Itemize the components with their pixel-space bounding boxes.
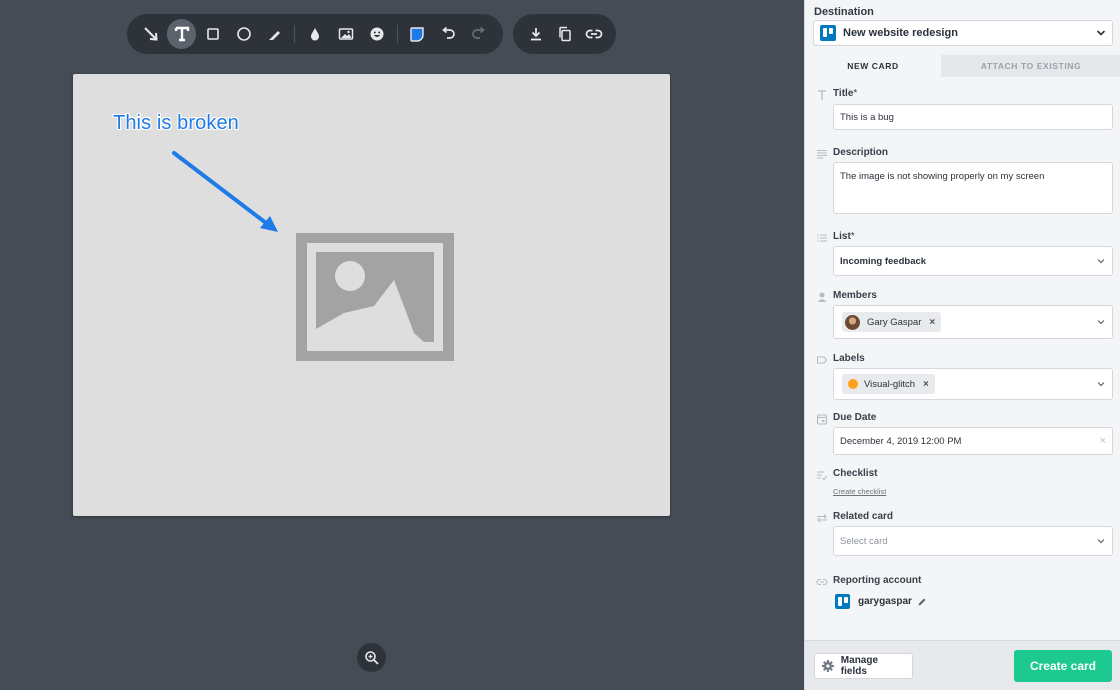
tag-icon <box>816 356 828 364</box>
annotation-text[interactable]: This is broken <box>113 112 239 135</box>
download-icon <box>530 28 541 41</box>
labels-label: Labels <box>833 353 865 364</box>
text-format-icon <box>818 90 826 100</box>
chevron-down-icon <box>1097 259 1105 264</box>
link-icon <box>816 578 828 586</box>
labels-select[interactable]: Visual-glitch × <box>833 368 1113 400</box>
arrow-tool-button[interactable] <box>136 19 165 49</box>
pen-tool-button[interactable] <box>260 19 289 49</box>
copy-icon <box>558 26 571 42</box>
title-input[interactable]: This is a bug <box>833 104 1113 130</box>
ellipse-icon <box>237 27 251 41</box>
pencil-icon[interactable] <box>917 597 927 607</box>
text-icon <box>174 26 189 42</box>
broken-image-placeholder <box>296 233 454 361</box>
smiley-icon <box>370 27 384 41</box>
screenshot-canvas[interactable]: This is broken <box>73 74 670 516</box>
list-icon <box>817 234 827 242</box>
link-button[interactable] <box>580 19 607 49</box>
members-select[interactable]: Gary Gaspar × <box>833 305 1113 339</box>
color-picker-button[interactable] <box>403 19 432 49</box>
blur-tool-button[interactable] <box>300 19 329 49</box>
toolbar-divider <box>294 25 296 43</box>
droplet-icon <box>310 28 319 41</box>
remove-member-icon[interactable]: × <box>929 317 935 328</box>
reporting-account: garygaspar <box>835 594 927 609</box>
redo-icon <box>472 26 486 39</box>
zoom-button[interactable] <box>357 643 386 672</box>
image-tool-button[interactable] <box>332 19 361 49</box>
label-color-dot <box>848 379 858 389</box>
paragraph-icon <box>817 149 827 159</box>
label-chip: Visual-glitch × <box>842 374 935 394</box>
manage-fields-button[interactable]: Manage fields <box>814 653 913 679</box>
trello-board-icon <box>820 25 836 41</box>
description-textarea[interactable]: The image is not showing properly on my … <box>833 162 1113 214</box>
title-label: Title* <box>833 88 858 99</box>
destination-select[interactable]: New website redesign <box>813 20 1113 46</box>
chevron-down-icon <box>1096 30 1106 36</box>
tab-new-card[interactable]: NEW CARD <box>805 55 941 77</box>
due-date-label: Due Date <box>833 412 877 423</box>
reporting-account-label: Reporting account <box>833 575 922 586</box>
members-label: Members <box>833 290 877 301</box>
list-select[interactable]: Incoming feedback <box>833 246 1113 276</box>
chevron-down-icon <box>1097 539 1105 544</box>
due-date-input[interactable]: December 4, 2019 12:00 PM × <box>833 427 1113 455</box>
create-checklist-link[interactable]: Create checklist <box>833 487 886 496</box>
redo-button[interactable] <box>465 19 494 49</box>
text-tool-button[interactable] <box>167 19 197 49</box>
clear-date-icon[interactable]: × <box>1100 435 1106 447</box>
create-card-button[interactable]: Create card <box>1014 650 1112 682</box>
chevron-down-icon <box>1097 320 1105 325</box>
member-chip: Gary Gaspar × <box>842 312 942 332</box>
avatar <box>845 314 860 330</box>
tab-attach-to-existing[interactable]: ATTACH TO EXISTING <box>941 55 1120 77</box>
destination-value: New website redesign <box>843 27 958 39</box>
swap-arrows-icon <box>817 514 827 523</box>
list-label: List* <box>833 231 855 242</box>
destination-label: Destination <box>814 6 874 18</box>
panel-footer: Manage fields Create card <box>805 640 1120 690</box>
arrow-icon <box>143 27 158 41</box>
download-button[interactable] <box>522 19 549 49</box>
rectangle-tool-button[interactable] <box>198 19 227 49</box>
toolbar-divider <box>396 25 398 43</box>
zoom-in-icon <box>364 650 379 665</box>
color-swatch-icon <box>410 27 424 42</box>
screenshot-editor: This is broken <box>0 0 804 690</box>
copy-button[interactable] <box>551 19 578 49</box>
undo-icon <box>442 26 456 39</box>
image-icon <box>338 28 354 40</box>
account-name: garygaspar <box>858 596 912 607</box>
gear-icon <box>821 660 834 672</box>
panel-tabs: NEW CARD ATTACH TO EXISTING <box>805 55 1120 77</box>
ellipse-tool-button[interactable] <box>229 19 258 49</box>
person-icon <box>817 292 827 302</box>
card-form-panel: Destination New website redesign NEW CAR… <box>804 0 1120 690</box>
undo-button[interactable] <box>434 19 463 49</box>
chevron-down-icon <box>1097 382 1105 387</box>
annotation-arrow[interactable] <box>168 146 288 236</box>
remove-label-icon[interactable]: × <box>923 379 929 390</box>
trello-icon <box>835 594 850 609</box>
related-card-label: Related card <box>833 511 894 522</box>
annotation-toolbar <box>127 14 503 54</box>
description-label: Description <box>833 147 889 158</box>
checklist-label: Checklist <box>833 468 878 479</box>
share-toolbar <box>513 14 616 54</box>
related-card-select[interactable]: Select card <box>833 526 1113 556</box>
calendar-icon <box>816 414 828 425</box>
link-icon <box>585 29 602 39</box>
checklist-icon <box>817 471 828 481</box>
emoji-tool-button[interactable] <box>363 19 392 49</box>
rectangle-icon <box>206 28 219 40</box>
pen-icon <box>268 31 280 40</box>
